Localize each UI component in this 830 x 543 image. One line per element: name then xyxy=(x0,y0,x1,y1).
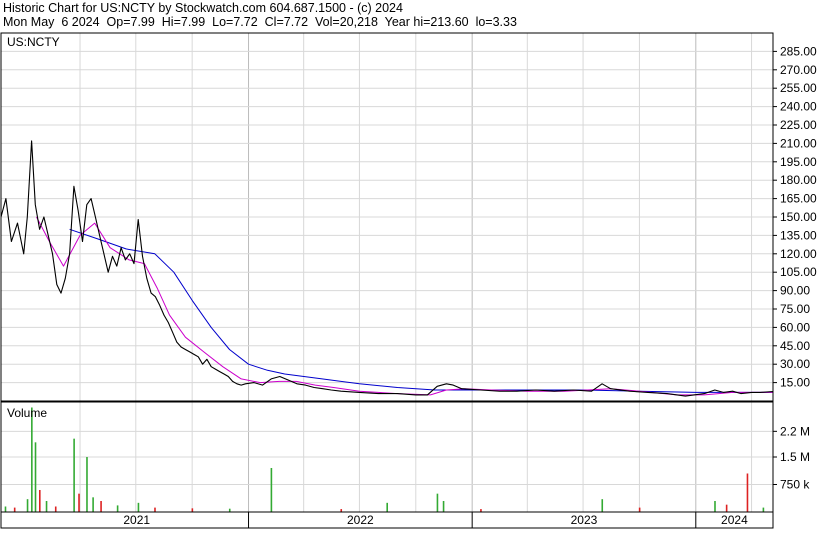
moving-average-fast-line xyxy=(36,216,773,396)
volume-bar xyxy=(13,507,16,512)
price-series-line xyxy=(0,140,774,397)
price-tick-label: 75.00 xyxy=(780,302,810,316)
volume-bar xyxy=(54,506,57,512)
price-tick-label: 240.00 xyxy=(780,100,817,114)
volume-bar xyxy=(442,501,445,512)
price-tick-label: 60.00 xyxy=(780,320,810,334)
volume-bar xyxy=(714,501,716,512)
price-tick-label: 165.00 xyxy=(780,192,817,206)
volume-bar xyxy=(86,457,88,512)
volume-bars xyxy=(4,407,765,512)
volume-bar xyxy=(137,502,140,512)
volume-label: Volume xyxy=(7,406,47,420)
volume-bar xyxy=(191,508,194,512)
volume-bar xyxy=(34,442,37,512)
volume-bar xyxy=(762,507,765,512)
volume-bar xyxy=(436,493,439,512)
year-label: 2022 xyxy=(347,513,374,527)
volume-tick-label: 1.5 M xyxy=(780,450,810,464)
volume-bar xyxy=(386,502,388,512)
volume-bar xyxy=(73,438,75,512)
ticker-label: US:NCTY xyxy=(7,35,60,49)
price-tick-label: 225.00 xyxy=(780,118,817,132)
time-axis: 2021 2022 2023 2024 xyxy=(123,512,748,528)
price-tick-label: 285.00 xyxy=(780,44,817,58)
volume-tick-label: 2.2 M xyxy=(780,424,810,438)
volume-grid xyxy=(1,402,773,512)
price-axis: 15.00 30.00 45.00 60.00 75.00 90.00 105.00 120.… xyxy=(773,44,817,390)
price-tick-label: 105.00 xyxy=(780,265,817,279)
volume-bar xyxy=(154,507,156,512)
price-tick-label: 120.00 xyxy=(780,247,817,261)
year-label: 2021 xyxy=(123,513,150,527)
year-label: 2023 xyxy=(571,513,598,527)
price-grid xyxy=(1,33,773,401)
volume-bar xyxy=(100,501,102,512)
volume-tick-label: 750 k xyxy=(780,478,810,492)
year-label: 2024 xyxy=(721,513,748,527)
price-tick-label: 210.00 xyxy=(780,136,817,150)
volume-bar xyxy=(4,506,7,512)
price-tick-label: 150.00 xyxy=(780,210,817,224)
price-tick-label: 180.00 xyxy=(780,173,817,187)
volume-bar xyxy=(45,501,48,512)
volume-bar xyxy=(601,499,604,512)
price-tick-label: 195.00 xyxy=(780,155,817,169)
stock-chart: 15.00 30.00 45.00 60.00 75.00 90.00 105.00 120.… xyxy=(0,32,817,529)
price-tick-label: 45.00 xyxy=(780,339,810,353)
volume-bar xyxy=(725,504,728,512)
price-tick-label: 270.00 xyxy=(780,63,817,77)
volume-bar xyxy=(31,407,33,512)
price-lines xyxy=(0,140,774,397)
volume-bar xyxy=(116,505,119,512)
price-tick-label: 135.00 xyxy=(780,228,817,242)
volume-bar xyxy=(26,499,29,512)
price-tick-label: 30.00 xyxy=(780,357,810,371)
price-tick-label: 15.00 xyxy=(780,376,810,390)
volume-bar xyxy=(78,493,80,512)
volume-bar xyxy=(92,497,94,512)
price-tick-label: 255.00 xyxy=(780,81,817,95)
volume-bar xyxy=(39,490,41,512)
time-axis-frame xyxy=(0,511,774,529)
volume-bar xyxy=(746,473,749,512)
volume-bar xyxy=(270,468,273,512)
price-tick-label: 90.00 xyxy=(780,284,810,298)
volume-axis: 750 k 1.5 M 2.2 M xyxy=(773,424,810,492)
volume-bar xyxy=(638,507,641,512)
